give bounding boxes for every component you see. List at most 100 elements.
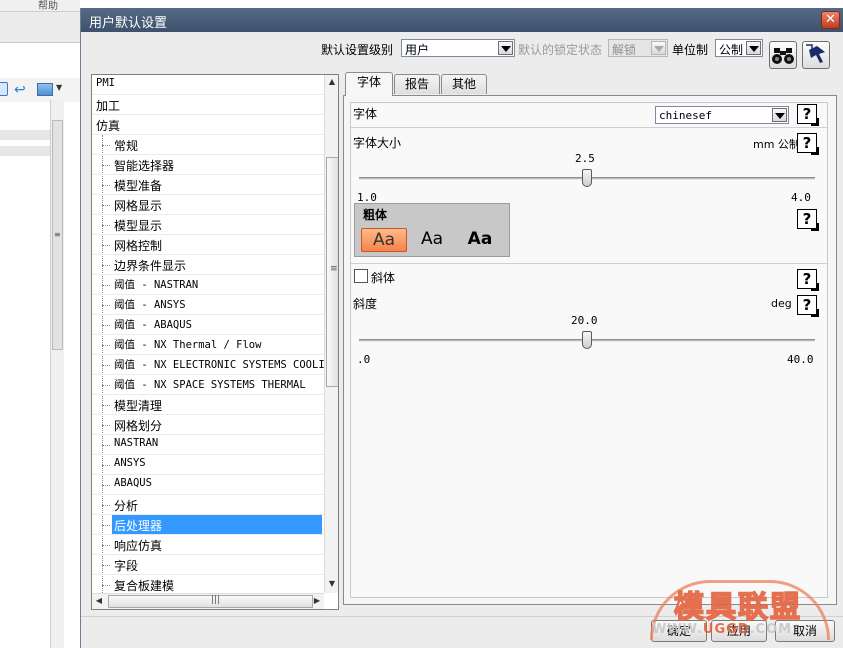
bold-option-regular[interactable]: Aa [361,228,407,252]
chevron-down-icon[interactable] [772,108,787,122]
background-menu-help[interactable]: 帮助 [38,0,58,12]
italic-checkbox[interactable] [354,269,368,283]
tree-item-label: 阈值 - NX Thermal / Flow [114,339,262,351]
tab-report-label: 报告 [404,77,429,91]
lock-state-value: 解锁 [612,43,637,57]
tree-item[interactable]: 网格划分 [92,415,324,435]
font-size-help-button[interactable]: ? [797,133,819,155]
tree-vertical-grip: ≡ [330,264,338,274]
tree-item[interactable]: 模型清理 [92,395,324,415]
tree-item-label: 加工 [96,99,121,113]
tree-item[interactable]: 模型显示 [92,215,324,235]
tree-horizontal-scroll-thumb[interactable]: ||| [108,595,313,608]
background-undo-icon[interactable]: ↩ [14,82,26,98]
context-help-button[interactable] [802,41,830,69]
dialog-title: 用户默认设置 [89,16,168,31]
tree-item[interactable]: 阈值 - NX ELECTRONIC SYSTEMS COOLING [92,355,324,375]
chevron-down-icon[interactable] [498,41,513,55]
user-defaults-dialog: 用户默认设置 ✕ 默认设置级别 用户 默认的锁定状态 解锁 单位制 公制 PMI… [80,8,843,648]
tree-item[interactable]: 响应仿真 [92,535,324,555]
tree-item[interactable]: 模型准备 [92,175,324,195]
scroll-right-icon[interactable]: ▶ [310,594,324,608]
tree-item[interactable]: 阈值 - NASTRAN [92,275,324,295]
tree-item-label: 模型准备 [114,179,163,193]
italic-label: 斜体 [371,271,396,285]
bold-option-bold-text: Aa [467,229,493,249]
font-size-label: 字体大小 [353,136,402,150]
font-size-slider-thumb[interactable] [582,169,592,187]
tree-horizontal-scrollbar[interactable]: ◀ ||| ▶ [92,593,324,609]
watermark-url-domain: UGGD [702,622,750,637]
font-size-value: 2.5 [575,152,595,165]
tree-item-label: ANSYS [114,457,146,469]
category-tree-list: PMI 加工 仿真 常规 智能选择器 模型准备 网格显示 模型显示 网格控制 边界条件显示 阈值 -… [92,75,324,595]
close-button[interactable]: ✕ [821,11,840,29]
font-help-button[interactable]: ? [797,104,819,126]
watermark-title: 模具联盟 [673,589,802,626]
tree-item[interactable]: 阈值 - NX Thermal / Flow [92,335,324,355]
tab-other[interactable]: 其他 [441,74,487,94]
tree-item[interactable]: 常规 [92,135,324,155]
bold-label: 粗体 [363,208,388,222]
italic-help-button[interactable]: ? [797,269,819,291]
tree-item-label: PMI [96,77,115,89]
bold-option-medium[interactable]: Aa [411,228,453,252]
tab-report[interactable]: 报告 [394,74,440,94]
tree-item[interactable]: 边界条件显示 [92,255,324,275]
tree-item[interactable]: 智能选择器 [92,155,324,175]
font-value: chinesef [659,109,712,122]
tree-vertical-scroll-thumb[interactable]: ≡ [326,157,338,387]
question-icon: ? [802,210,812,228]
tree-item[interactable]: 网格控制 [92,235,324,255]
tree-item[interactable]: 字段 [92,555,324,575]
background-menubar: 帮助 [0,0,80,12]
tree-item-label: 网格控制 [114,239,163,253]
units-value: 公制 [719,43,744,57]
tree-item[interactable]: 仿真 [92,115,324,135]
tree-item[interactable]: 复合板建模 [92,575,324,595]
scroll-down-icon[interactable]: ▼ [325,577,338,591]
tree-item-label: 分析 [114,499,139,513]
background-tool-icon[interactable] [0,82,8,96]
tree-item[interactable]: 阈值 - NX SPACE SYSTEMS THERMAL [92,375,324,395]
bold-help-button[interactable]: ? [797,209,819,231]
tree-item[interactable]: ABAQUS [92,475,324,495]
slant-max: 40.0 [787,353,814,366]
units-select[interactable]: 公制 [715,39,763,57]
scroll-left-icon[interactable]: ◀ [92,594,106,608]
background-toolbar-strip [0,12,80,42]
tree-item[interactable]: NASTRAN [92,435,324,455]
chevron-down-icon[interactable] [746,41,761,55]
tree-item[interactable]: 阈值 - ANSYS [92,295,324,315]
slant-slider-thumb[interactable] [582,331,592,349]
background-image-icon[interactable] [37,83,53,96]
tree-item-label: NASTRAN [114,437,159,449]
tree-item[interactable]: 阈值 - ABAQUS [92,315,324,335]
tree-item[interactable]: 分析 [92,495,324,515]
question-icon: ? [802,105,812,123]
chevron-down-icon[interactable] [651,41,666,55]
background-dropdown-arrow-icon[interactable]: ▼ [56,83,62,92]
tree-item[interactable]: 后处理器 [92,515,324,535]
lock-state-select[interactable]: 解锁 [608,39,668,57]
category-tree[interactable]: PMI 加工 仿真 常规 智能选择器 模型准备 网格显示 模型显示 网格控制 边界条件显示 阈值 -… [91,74,339,610]
bold-option-bold[interactable]: Aa [459,228,501,252]
slant-help-button[interactable]: ? [797,295,819,317]
scroll-up-icon[interactable]: ▲ [325,75,338,89]
tree-item-label: 后处理器 [114,519,163,533]
font-select[interactable]: chinesef [655,106,789,124]
watermark-url-prefix: WWW. [652,622,703,637]
separator [351,263,827,264]
tab-font[interactable]: 字体 [345,72,393,96]
tree-item-label: 阈值 - NASTRAN [114,279,199,291]
defaults-level-select[interactable]: 用户 [401,39,515,57]
tree-item[interactable]: 加工 [92,95,324,115]
find-button[interactable] [769,41,797,69]
tree-item-label: 智能选择器 [114,159,175,173]
tree-item-label: 阈值 - NX SPACE SYSTEMS THERMAL [114,379,306,391]
dialog-titlebar[interactable]: 用户默认设置 ✕ [81,8,843,32]
tree-vertical-scrollbar[interactable]: ▲ ≡ ▼ [324,75,338,593]
tree-item[interactable]: 网格显示 [92,195,324,215]
tree-item[interactable]: PMI [92,75,324,95]
tree-item[interactable]: ANSYS [92,455,324,475]
